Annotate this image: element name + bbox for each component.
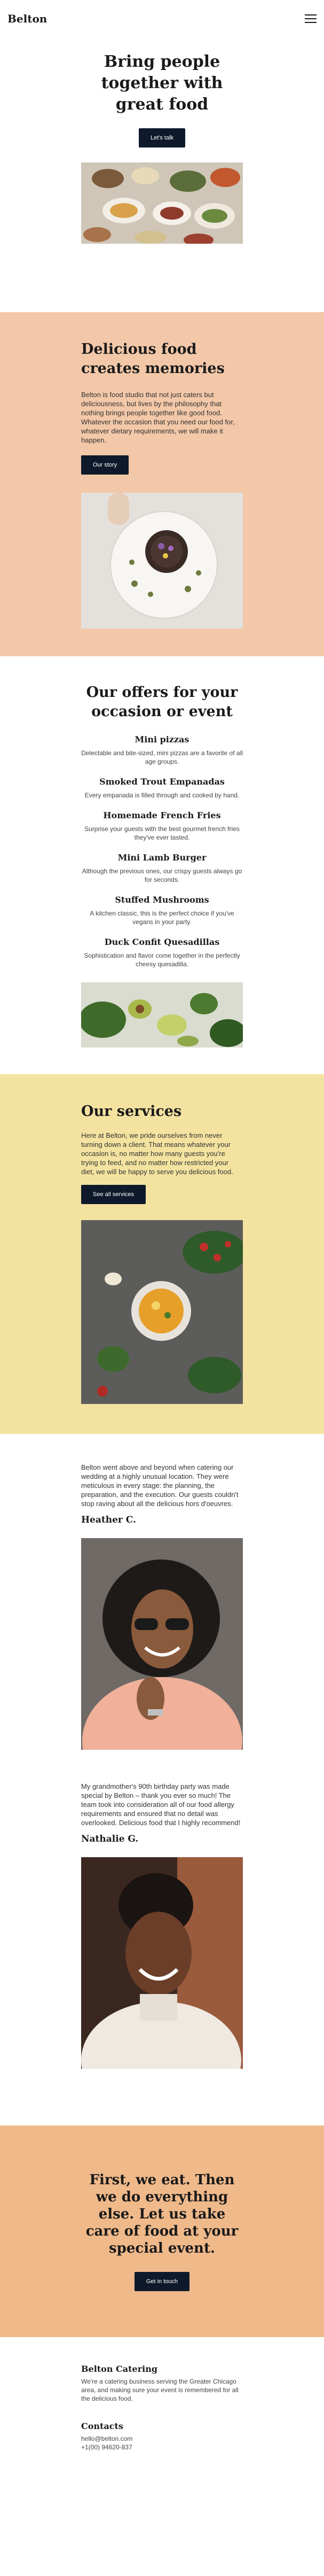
footer-contacts: Contacts hello@belton.com +1(00) 94620-8… <box>81 2421 243 2451</box>
logo[interactable]: Belton <box>7 12 47 25</box>
services-section: Our services Here at Belton, we pride ou… <box>0 1074 324 1434</box>
offer-item: Stuffed Mushrooms A kitchen classic, thi… <box>81 895 243 926</box>
testimonial-author: Nathalie G. <box>81 1834 139 1844</box>
offer-item: Mini pizzas Delectable and bite-sized, m… <box>81 734 243 766</box>
offer-item: Smoked Trout Empanadas Every empanada is… <box>81 777 243 800</box>
offer-item: Duck Confit Quesadillas Sophistication a… <box>81 937 243 968</box>
hero-title: Bring people together with great food <box>101 52 223 114</box>
offer-description: Surprise your guests with the best gourm… <box>84 825 240 841</box>
offer-description: Delectable and bite-sized, mini pizzas a… <box>81 749 243 765</box>
site-footer: Belton Catering We're a catering busines… <box>0 2337 324 2473</box>
cta-title: First, we eat. Then we do everything els… <box>85 2172 239 2256</box>
memories-section: Delicious food creates memories Belton i… <box>0 312 324 656</box>
testimonial: My grandmother's 90th birthday party was… <box>81 1782 243 2069</box>
lets-talk-button[interactable]: Let's talk <box>138 128 186 148</box>
footer-email-link[interactable]: hello@belton.com <box>81 2434 243 2443</box>
offer-description: Sophistication and flavor come together … <box>84 952 240 968</box>
offers-title: Our offers for your occasion or event <box>86 684 238 720</box>
testimonial: Belton went above and beyond when cateri… <box>81 1463 243 1750</box>
memories-title: Delicious food creates memories <box>81 341 225 377</box>
offer-description: Every empanada is filled through and coo… <box>84 792 240 799</box>
heather-portrait-photo <box>81 1538 243 1750</box>
catering-table-photo <box>81 162 243 244</box>
hero-section: Bring people together with great food Le… <box>0 37 324 312</box>
memories-text: Belton is food studio that not just cate… <box>81 391 235 444</box>
testimonial-quote: Belton went above and beyond when cateri… <box>81 1463 239 1508</box>
see-all-services-button[interactable]: See all services <box>81 1185 146 1204</box>
offer-name: Duck Confit Quesadillas <box>104 937 220 947</box>
nathalie-portrait-photo <box>81 1857 243 2069</box>
footer-about-text: We're a catering business serving the Gr… <box>81 2378 239 2402</box>
get-in-touch-button[interactable]: Get in touch <box>134 2272 190 2291</box>
offer-name: Homemade French Fries <box>103 810 221 820</box>
plated-dish-photo <box>81 493 243 629</box>
site-header: Belton <box>0 0 324 37</box>
hamburger-menu-icon[interactable] <box>305 14 317 23</box>
testimonial-author: Heather C. <box>81 1515 136 1525</box>
offer-description: A kitchen classic, this is the perfect c… <box>90 910 234 926</box>
footer-contact-title: Contacts <box>81 2421 123 2431</box>
offer-item: Homemade French Fries Surprise your gues… <box>81 810 243 842</box>
avocado-greens-photo <box>81 982 243 1048</box>
services-text: Here at Belton, we pride ourselves from … <box>81 1131 233 1176</box>
offer-name: Mini pizzas <box>135 734 189 744</box>
testimonials-section: Belton went above and beyond when cateri… <box>0 1434 324 2125</box>
soup-bowl-photo <box>81 1220 243 1404</box>
offer-name: Stuffed Mushrooms <box>115 895 209 905</box>
offers-section: Our offers for your occasion or event Mi… <box>0 656 324 1074</box>
offer-name: Smoked Trout Empanadas <box>99 777 225 787</box>
footer-phone-link[interactable]: +1(00) 94620-837 <box>81 2443 243 2451</box>
offer-item: Mini Lamb Burger Although the previous o… <box>81 852 243 884</box>
footer-about-title: Belton Catering <box>81 2364 158 2374</box>
offer-name: Mini Lamb Burger <box>117 852 207 863</box>
our-story-button[interactable]: Our story <box>81 455 129 475</box>
services-title: Our services <box>81 1103 182 1120</box>
cta-section: First, we eat. Then we do everything els… <box>0 2125 324 2337</box>
offer-description: Although the previous ones, our crispy g… <box>82 867 242 883</box>
testimonial-quote: My grandmother's 90th birthday party was… <box>81 1782 241 1827</box>
